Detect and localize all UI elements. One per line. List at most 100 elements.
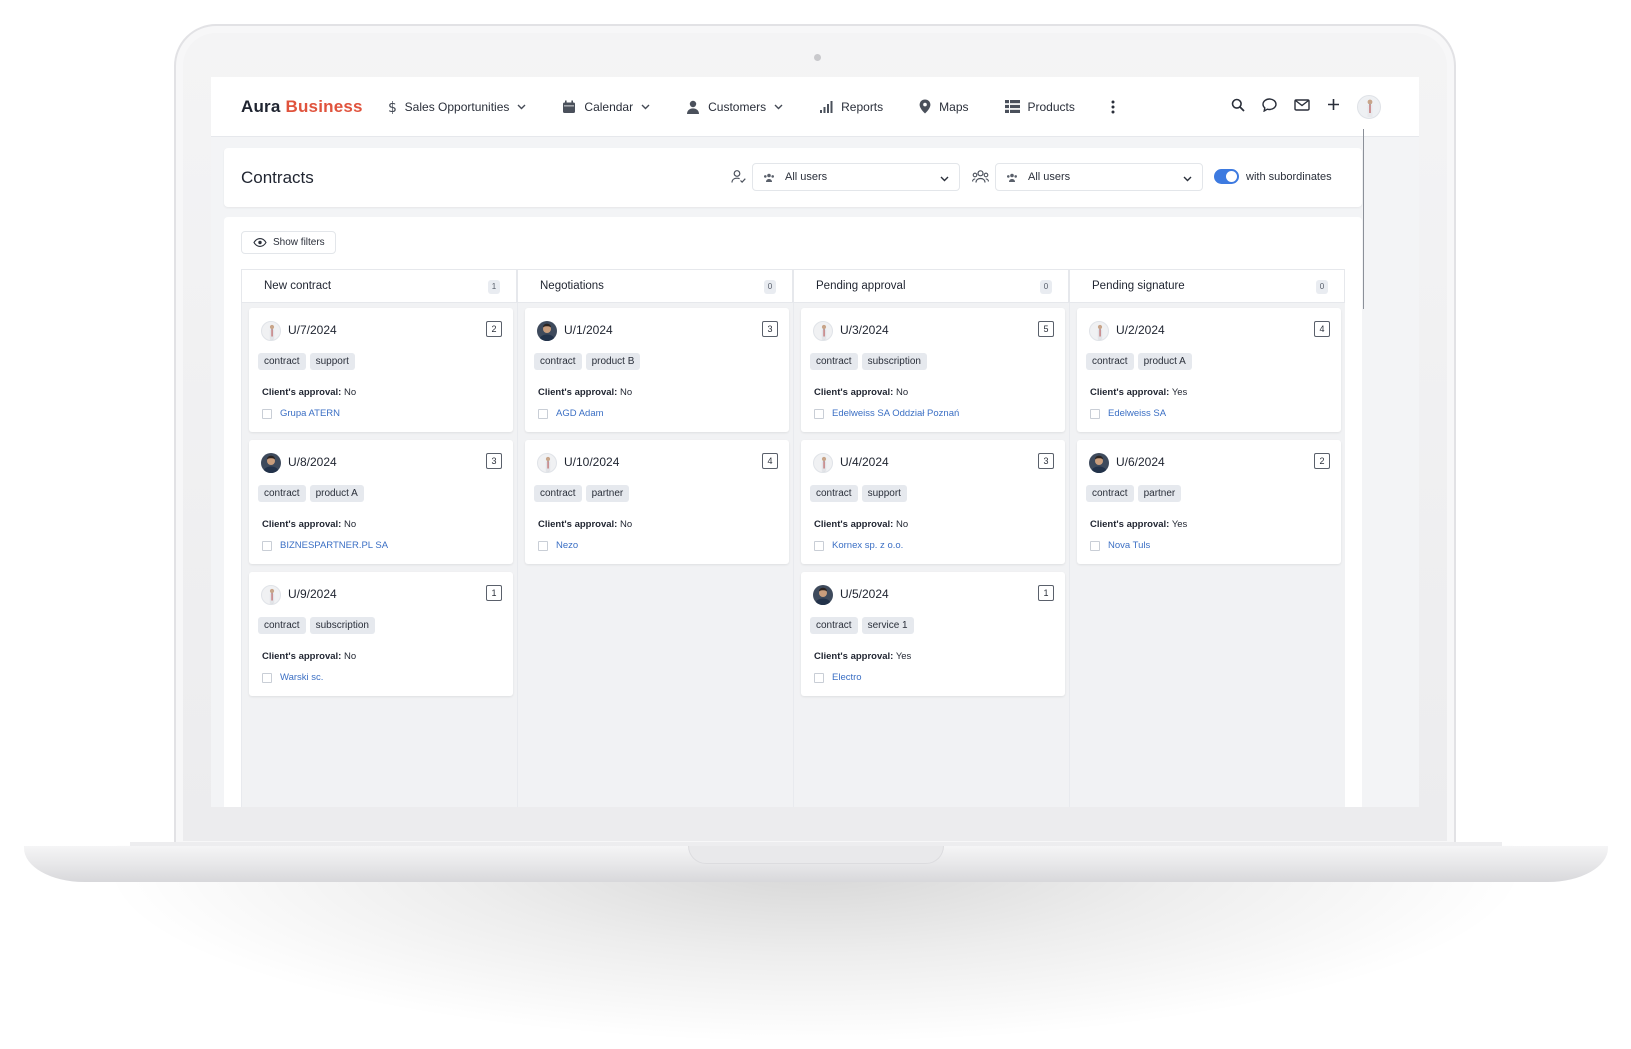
laptop-notch — [688, 846, 944, 864]
tag-chip: subscription — [309, 617, 375, 634]
document-checkbox-icon[interactable] — [262, 672, 272, 683]
contract-id: U/1/2024 — [564, 323, 613, 337]
avatar — [261, 585, 281, 605]
document-checkbox-icon[interactable] — [814, 672, 824, 683]
team-select[interactable]: All users — [995, 163, 1203, 191]
brand-logo[interactable]: Aura Business — [241, 97, 363, 117]
chevron-down-icon — [774, 104, 783, 110]
client-approval: Client's approval: No — [538, 519, 632, 530]
search-icon[interactable] — [1231, 98, 1245, 117]
client-row: Grupa ATERN — [262, 408, 340, 419]
contract-card[interactable]: U/3/2024 5 contract subscription Client's ap… — [801, 308, 1065, 432]
contract-id: U/10/2024 — [564, 455, 620, 469]
client-link[interactable]: AGD Adam — [556, 408, 604, 419]
nav-products[interactable]: Products — [1004, 100, 1075, 114]
document-checkbox-icon[interactable] — [814, 408, 824, 419]
column-header[interactable]: Pending signature 0 — [1069, 269, 1345, 303]
column-header[interactable]: Pending approval 0 — [793, 269, 1069, 303]
users-icon — [1006, 173, 1018, 182]
nav-sales-opportunities[interactable]: $ Sales Opportunities — [387, 99, 527, 115]
user-avatar[interactable] — [1357, 95, 1381, 119]
subordinates-toggle[interactable] — [1214, 169, 1239, 184]
client-link[interactable]: Electro — [832, 672, 862, 683]
tag-list: contract product A — [258, 485, 364, 502]
contract-card[interactable]: U/8/2024 3 contract product A Client's appro… — [249, 440, 513, 564]
document-checkbox-icon[interactable] — [1090, 540, 1100, 551]
nav-label: Maps — [939, 99, 969, 114]
client-link[interactable]: Edelweiss SA Oddział Poznań — [832, 408, 959, 419]
client-link[interactable]: Nova Tuls — [1108, 540, 1150, 551]
contract-card[interactable]: U/10/2024 4 contract partner Client's approv… — [525, 440, 789, 564]
avatar — [1089, 453, 1109, 473]
approval-label: Client's approval: — [262, 651, 342, 662]
kanban-board: New contract 1 U/7/2024 2 contract support Cli… — [241, 269, 1345, 807]
more-menu-button[interactable] — [1111, 100, 1115, 114]
client-approval: Client's approval: Yes — [1090, 387, 1187, 398]
plus-icon[interactable] — [1327, 98, 1340, 116]
dollar-icon: $ — [387, 99, 397, 115]
contract-card[interactable]: U/2/2024 4 contract product A Client's appro… — [1077, 308, 1341, 432]
approval-value: No — [895, 387, 909, 398]
tag-chip: product A — [309, 485, 364, 502]
nav-reports[interactable]: Reports — [819, 100, 883, 114]
contract-card[interactable]: U/1/2024 3 contract product B Client's appro… — [525, 308, 789, 432]
owner-select[interactable]: All users — [752, 163, 960, 191]
chat-icon[interactable] — [1262, 97, 1277, 117]
client-link[interactable]: BIZNESPARTNER.PL SA — [280, 540, 388, 551]
brand-name-part2: Business — [285, 96, 363, 116]
column-header[interactable]: New contract 1 — [241, 269, 517, 303]
tag-list: contract partner — [534, 485, 630, 502]
approval-label: Client's approval: — [1090, 519, 1170, 530]
user-icon — [686, 100, 700, 114]
nav-calendar[interactable]: Calendar — [562, 100, 650, 114]
document-checkbox-icon[interactable] — [814, 540, 824, 551]
team-select-value: All users — [1028, 171, 1071, 183]
show-filters-label: Show filters — [273, 237, 325, 248]
chevron-down-icon — [641, 104, 650, 110]
client-link[interactable]: Kornex sp. z o.o. — [832, 540, 903, 551]
list-icon — [1004, 100, 1020, 113]
contract-card[interactable]: U/9/2024 1 contract subscription Client's ap… — [249, 572, 513, 696]
scrollbar[interactable] — [1363, 129, 1364, 309]
column-title: Pending signature — [1092, 280, 1185, 292]
contract-id: U/3/2024 — [840, 323, 889, 337]
document-checkbox-icon[interactable] — [262, 540, 272, 551]
nav-customers[interactable]: Customers — [686, 100, 783, 114]
client-link[interactable]: Warski sc. — [280, 672, 323, 683]
approval-value: No — [343, 651, 357, 662]
client-link[interactable]: Grupa ATERN — [280, 408, 340, 419]
contract-card[interactable]: U/5/2024 1 contract service 1 Client's appro… — [801, 572, 1065, 696]
kanban-column: New contract 1 U/7/2024 2 contract support Cli… — [241, 269, 517, 807]
team-icon — [972, 170, 989, 188]
column-title: Pending approval — [816, 280, 906, 292]
tag-chip: contract — [258, 353, 306, 370]
calendar-icon — [562, 100, 576, 114]
mail-icon[interactable] — [1294, 98, 1310, 116]
tag-list: contract partner — [1086, 485, 1182, 502]
tag-chip: contract — [810, 617, 858, 634]
document-checkbox-icon[interactable] — [1090, 408, 1100, 419]
client-link[interactable]: Edelweiss SA — [1108, 408, 1166, 419]
client-approval: Client's approval: No — [814, 519, 908, 530]
more-vertical-icon — [1111, 100, 1115, 114]
tag-chip: subscription — [861, 353, 927, 370]
contract-card[interactable]: U/7/2024 2 contract support Client's approva… — [249, 308, 513, 432]
document-checkbox-icon[interactable] — [262, 408, 272, 419]
document-checkbox-icon[interactable] — [538, 540, 548, 551]
show-filters-button[interactable]: Show filters — [241, 231, 336, 254]
contract-id: U/8/2024 — [288, 455, 337, 469]
tag-list: contract product A — [1086, 353, 1192, 370]
nav-maps[interactable]: Maps — [919, 99, 969, 114]
approval-value: Yes — [1171, 387, 1188, 398]
approval-value: No — [343, 387, 357, 398]
contract-card[interactable]: U/4/2024 3 contract support Client's approva… — [801, 440, 1065, 564]
client-approval: Client's approval: No — [538, 387, 632, 398]
column-title: New contract — [264, 280, 332, 292]
tag-chip: contract — [258, 617, 306, 634]
document-checkbox-icon[interactable] — [538, 408, 548, 419]
app-screen: Aura Business $ Sales Opportunities Cale… — [211, 77, 1419, 807]
tag-chip: contract — [810, 353, 858, 370]
column-header[interactable]: Negotiations 0 — [517, 269, 793, 303]
client-link[interactable]: Nezo — [556, 540, 578, 551]
contract-card[interactable]: U/6/2024 2 contract partner Client's approva… — [1077, 440, 1341, 564]
